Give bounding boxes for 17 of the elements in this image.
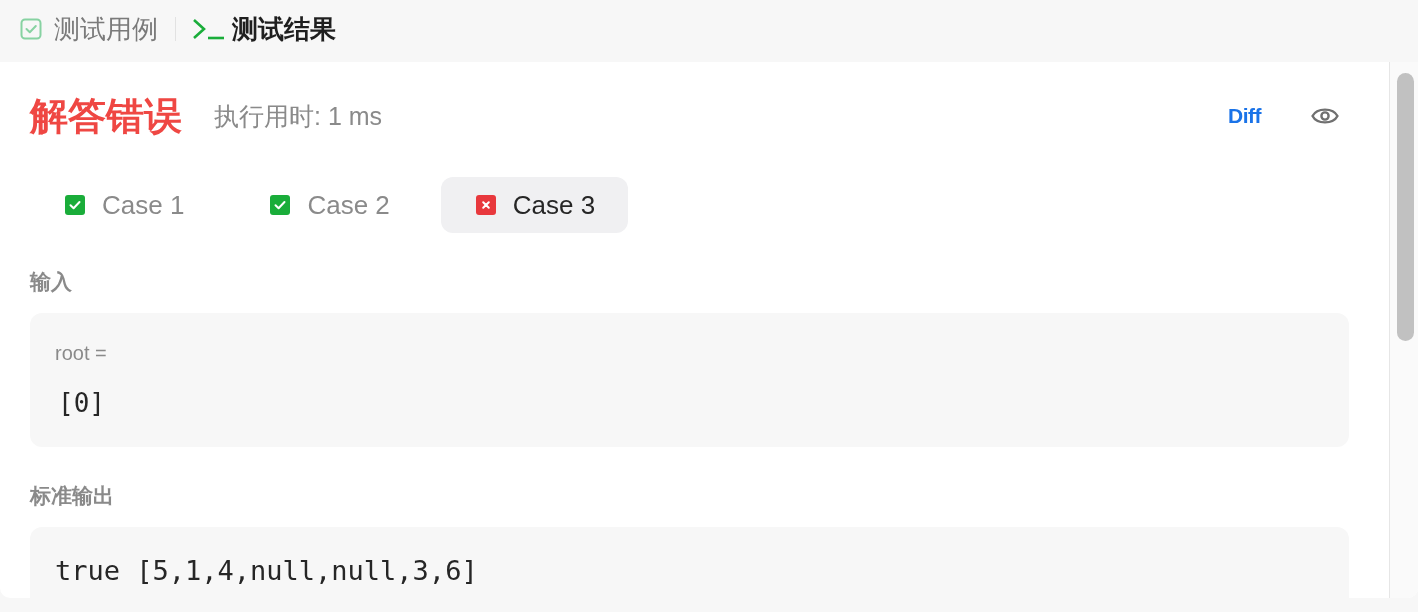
header-tab[interactable]: 测试结果	[192, 11, 336, 47]
param-name: root =	[55, 341, 107, 365]
runtime-text: 执行用时: 1 ms	[214, 100, 383, 132]
case-tab[interactable]: Case 1	[30, 177, 218, 233]
terminal-icon	[192, 18, 224, 40]
diff-button[interactable]: Diff	[1228, 104, 1261, 128]
case-tab[interactable]: Case 3	[440, 177, 629, 233]
eye-icon[interactable]	[1311, 105, 1339, 127]
param-value: [0]	[58, 387, 105, 419]
section-label: 输入	[30, 269, 72, 295]
checkbox-icon	[20, 18, 42, 40]
header-tab[interactable]: 测试用例	[20, 11, 158, 47]
section-label: 标准输出	[30, 483, 114, 509]
case-tab[interactable]: Case 2	[235, 177, 423, 233]
scrollbar-thumb[interactable]	[1397, 73, 1414, 341]
result-status: 解答错误	[30, 93, 182, 139]
output-value: true [5,1,4,null,null,3,6]	[55, 555, 478, 587]
